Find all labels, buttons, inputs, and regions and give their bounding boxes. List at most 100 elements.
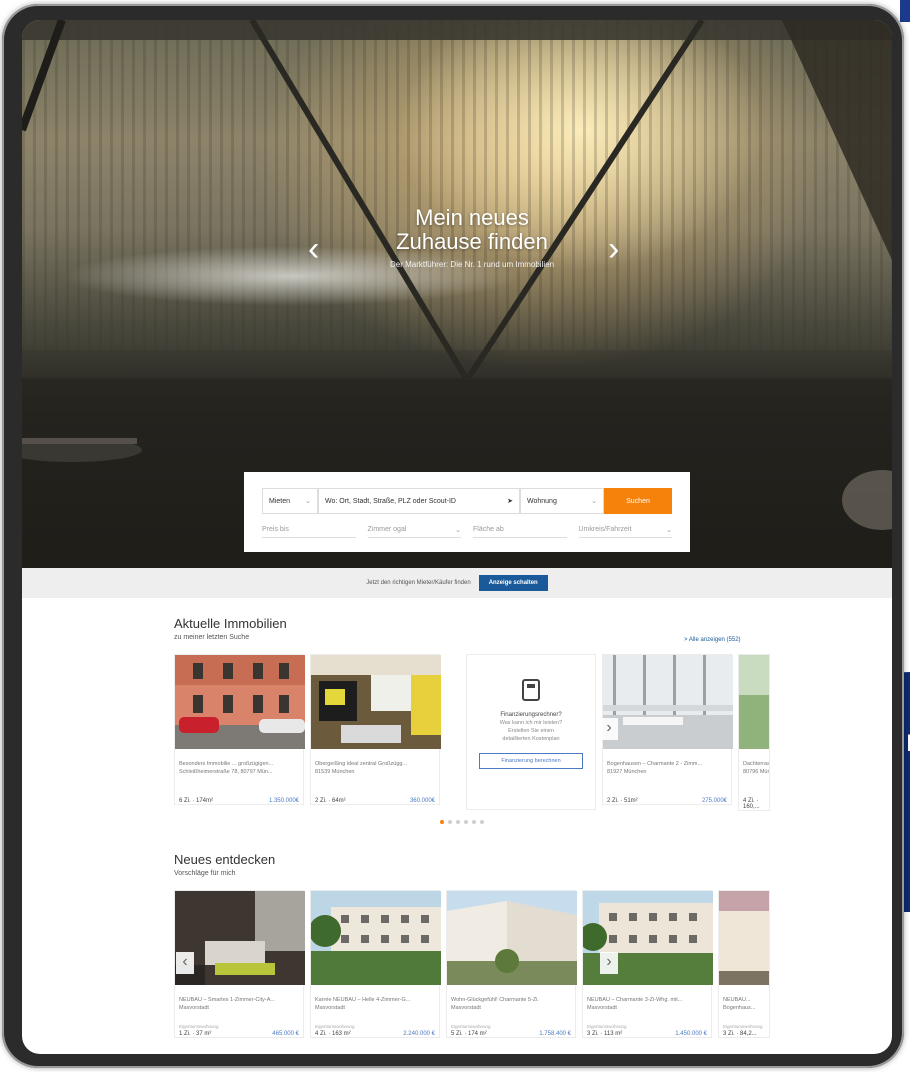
- area-field-label: Fläche ab: [473, 526, 504, 533]
- ad-banner: Jetzt den richtigen Mieter/Käufer finden…: [22, 568, 892, 598]
- listing-address: 81539 München: [315, 769, 355, 775]
- calculator-icon: [522, 679, 540, 701]
- locate-arrow-icon[interactable]: ➤: [507, 497, 513, 505]
- listing-image: [175, 655, 305, 749]
- finance-line-2: Erstellen Sie einen: [508, 728, 554, 734]
- section-title-current: Aktuelle Immobilien: [174, 616, 287, 631]
- listing-address: Schleißheimerstraße 78, 80797 Mün...: [179, 769, 273, 775]
- listing-price: 465.000 €: [272, 1031, 299, 1037]
- banner-text: Jetzt den richtigen Mieter/Käufer finden: [366, 580, 471, 586]
- listing-address: Bogenhaus...: [723, 1005, 756, 1011]
- rooms-field[interactable]: Zimmer ogal ⌄: [367, 522, 461, 538]
- listing-size: 4 Zi. · 163 m²: [315, 1031, 351, 1037]
- chevron-right-icon[interactable]: ›: [608, 232, 619, 266]
- type-select[interactable]: Wohnung ⌄: [520, 488, 604, 514]
- chevron-left-icon[interactable]: ‹: [176, 952, 194, 974]
- carousel-dot[interactable]: [456, 820, 460, 824]
- search-button[interactable]: Suchen: [604, 488, 672, 514]
- discover-card[interactable]: Wohn-Glückgefühl! Charmante 5-Zi. Maxvors…: [446, 890, 577, 1038]
- listing-type: Eigentumswohnung: [315, 1024, 355, 1029]
- chevron-right-icon[interactable]: ›: [600, 718, 618, 740]
- corner-accent: [900, 0, 910, 22]
- tablet-frame: Mein neues Zuhause finden Der Marktführe…: [2, 4, 904, 1068]
- search-box: Mieten ⌄ Wo: Ort, Stadt, Straße, PLZ ode…: [244, 472, 690, 552]
- hero-subtitle: Der Marktführer: Die Nr. 1 rund um Immob…: [389, 260, 555, 269]
- chevron-down-icon: ⌄: [305, 498, 311, 505]
- listing-caption: Besonders Immobilie ... großzügigen...: [179, 761, 274, 767]
- listing-size: 4 Zi. · 160,...: [743, 798, 760, 810]
- chevron-down-icon: ⌄: [591, 498, 597, 505]
- price-field-label: Preis bis: [262, 526, 289, 533]
- chevron-right-icon[interactable]: ›: [600, 952, 618, 974]
- listing-caption: Bogenhausen – Charmante 2 - Zimm...: [607, 761, 703, 767]
- listing-type: Eigentumswohnung: [179, 1024, 219, 1029]
- listing-size: 1 Zi. · 37 m²: [179, 1031, 212, 1037]
- listing-address: Maxvorstadt: [451, 1005, 481, 1011]
- mode-select[interactable]: Mieten ⌄: [262, 488, 318, 514]
- chevron-down-icon: ⌄: [455, 526, 461, 534]
- listing-image: [309, 891, 441, 985]
- listing-card[interactable]: Bogenhausen – Charmante 2 - Zimm... 81927…: [602, 654, 733, 805]
- section-subtitle-discover: Vorschläge für mich: [174, 870, 236, 877]
- listing-size: 2 Zi. · 51m²: [607, 798, 638, 804]
- search-row-main: Mieten ⌄ Wo: Ort, Stadt, Straße, PLZ ode…: [262, 488, 672, 514]
- listing-image: [447, 891, 577, 985]
- side-panel-text-1: I: [906, 732, 910, 757]
- location-input[interactable]: Wo: Ort, Stadt, Straße, PLZ oder Scout-I…: [318, 488, 520, 514]
- radius-field[interactable]: Umkreis/Fahrzeit ⌄: [578, 522, 672, 538]
- listing-image: [739, 655, 769, 749]
- carousel-dot[interactable]: [440, 820, 444, 824]
- listing-type: Eigentumswohnung: [451, 1024, 491, 1029]
- section-title-discover: Neues entdecken: [174, 852, 276, 867]
- carousel-dot[interactable]: [472, 820, 476, 824]
- listing-address: Maxvorstadt: [315, 1005, 345, 1011]
- section-subtitle-current: zu meiner letzten Suche: [174, 634, 250, 641]
- listing-caption: Wohn-Glückgefühl! Charmante 5-Zi.: [451, 997, 539, 1003]
- discover-listings: NEUBAU – Smartes 1-Zimmer-City-A... Maxvo…: [174, 890, 892, 1050]
- carousel-dot[interactable]: [464, 820, 468, 824]
- radius-field-label: Umkreis/Fahrzeit: [578, 526, 632, 533]
- listing-card[interactable]: Dachterrasse... 80796 Mün... 4 Zi. · 160,…: [738, 654, 770, 811]
- listing-price: 275.000€: [701, 798, 727, 804]
- listing-address: Maxvorstadt: [587, 1005, 617, 1011]
- tablet-screen: Mein neues Zuhause finden Der Marktführe…: [22, 20, 892, 1054]
- listing-price: 1.350.000€: [268, 798, 299, 804]
- listing-card[interactable]: Obergeißing ideal zentral Großzügg... 815…: [310, 654, 441, 805]
- finance-line-1: Was kann ich mir leisten?: [499, 720, 563, 726]
- listing-address: 80796 Mün...: [743, 769, 769, 775]
- listing-caption: NEUBAU – Smartes 1-Zimmer-City-A...: [179, 997, 275, 1003]
- discover-card[interactable]: NEUBAU... Bogenhaus... Eigentumswohnung 3…: [718, 890, 770, 1038]
- listing-size: 6 Zi. · 174m²: [179, 798, 214, 804]
- discover-card[interactable]: Karrée NEUBAU – Helle 4-Zimmer-G... Maxvo…: [309, 890, 441, 1038]
- listing-price: 2.240.000 €: [403, 1031, 435, 1037]
- area-field[interactable]: Fläche ab: [473, 522, 567, 538]
- listing-image: [603, 655, 733, 749]
- price-field[interactable]: Preis bis: [262, 522, 356, 538]
- carousel-dot[interactable]: [448, 820, 452, 824]
- listing-price: 1.758.400 €: [539, 1031, 571, 1037]
- listing-image: [311, 655, 441, 749]
- show-all-link[interactable]: > Alle anzeigen (552): [684, 637, 741, 643]
- listing-price: 360.000€: [409, 798, 435, 804]
- finance-title: Finanzierungsrechner?: [500, 712, 562, 718]
- page: I you: [0, 0, 910, 1072]
- place-ad-button[interactable]: Anzeige schalten: [478, 575, 548, 591]
- listing-card[interactable]: Besonders Immobilie ... großzügigen... Sc…: [174, 654, 305, 805]
- carousel-dots: [440, 820, 484, 824]
- chevron-down-icon: ⌄: [666, 526, 672, 534]
- finance-calc-button[interactable]: Finanzierung berechnen: [479, 753, 583, 769]
- listing-size: 3 Zi. · 84,2...: [723, 1031, 757, 1037]
- listing-size: 2 Zi. · 64m²: [315, 798, 346, 804]
- hero-title-line2: Zuhause finden: [396, 229, 548, 254]
- listing-type: Eigentumswohnung: [723, 1024, 763, 1029]
- mode-select-value: Mieten: [269, 497, 291, 505]
- finance-calculator-card: Finanzierungsrechner? Was kann ich mir l…: [466, 654, 596, 810]
- hero-title-line1: Mein neues: [415, 205, 529, 230]
- chevron-left-icon[interactable]: ‹: [308, 232, 319, 266]
- finance-line-3: detaillierten Kostenplan: [502, 736, 560, 742]
- search-row-filters: Preis bis Zimmer ogal ⌄ Fläche ab Umkreis…: [262, 522, 672, 538]
- hero-title: Mein neues Zuhause finden: [322, 206, 622, 254]
- listing-type: Eigentumswohnung: [587, 1024, 627, 1029]
- listing-caption: Obergeißing ideal zentral Großzügg...: [315, 761, 408, 767]
- carousel-dot[interactable]: [480, 820, 484, 824]
